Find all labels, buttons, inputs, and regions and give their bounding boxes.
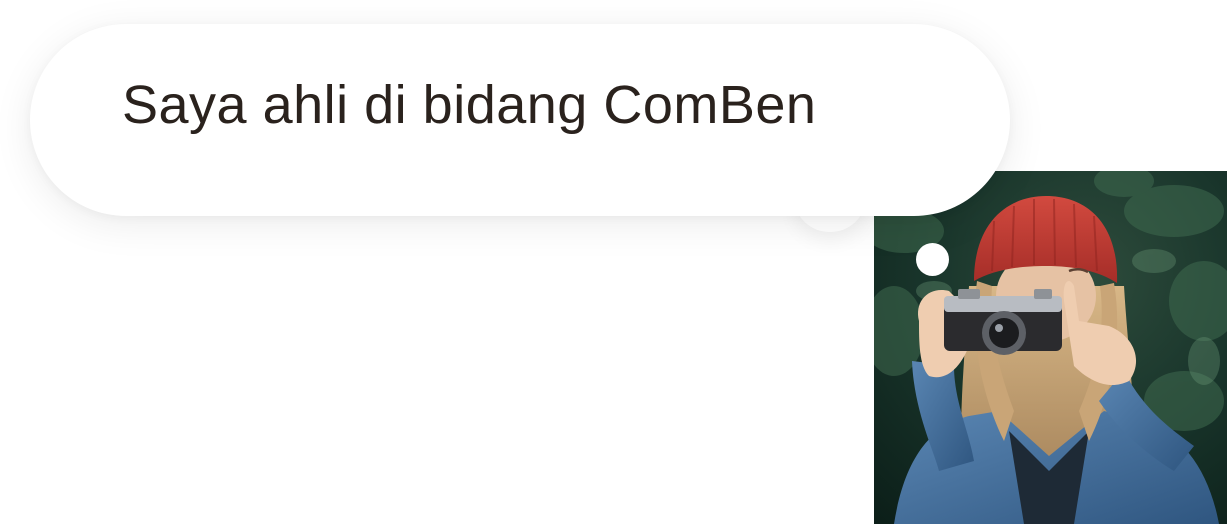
thought-bubble-dot (916, 243, 949, 276)
woman-with-camera-photo (874, 171, 1227, 524)
speech-bubble-text: Saya ahli di bidang ComBen (122, 75, 817, 135)
speech-bubble: Saya ahli di bidang ComBen (30, 24, 1010, 216)
page-canvas: Saya ahli di bidang ComBen (0, 0, 1227, 524)
